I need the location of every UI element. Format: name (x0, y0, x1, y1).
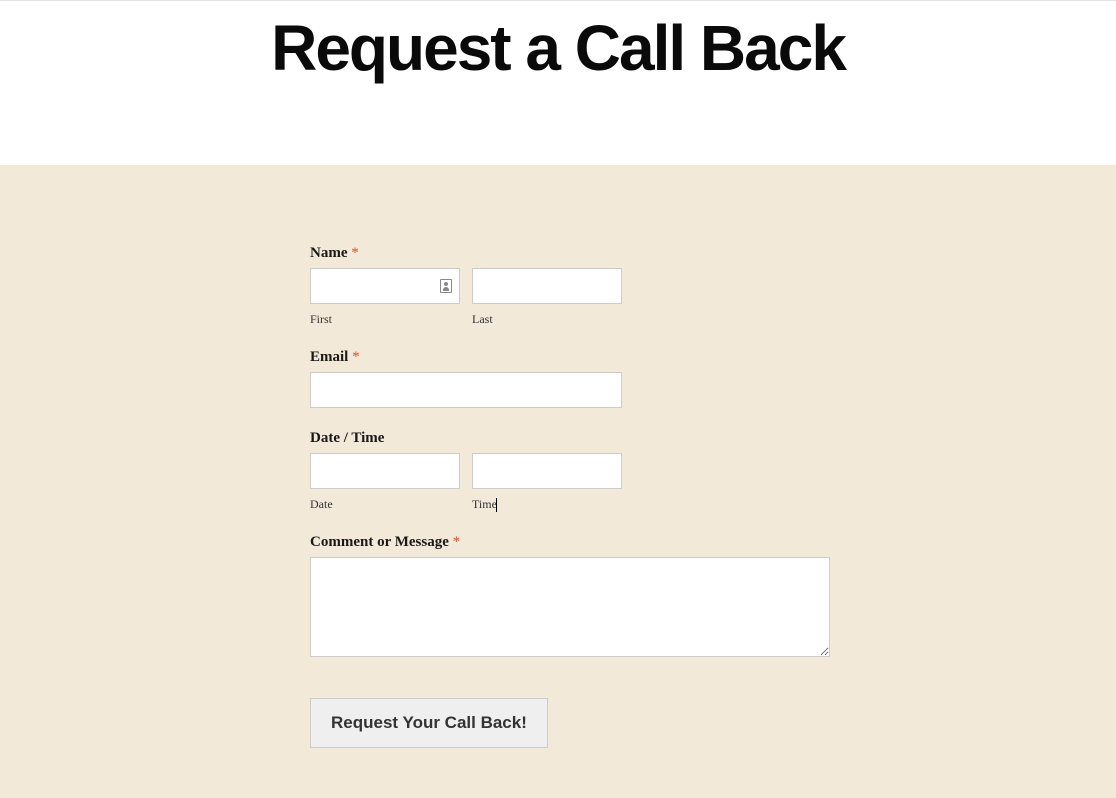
comment-label-text: Comment or Message (310, 534, 449, 550)
datetime-row: Date Time (310, 453, 830, 512)
contact-icon (440, 279, 452, 293)
comment-field-group: Comment or Message * (310, 534, 830, 662)
text-cursor (496, 498, 497, 512)
email-label-text: Email (310, 349, 348, 365)
required-indicator: * (352, 349, 360, 365)
first-name-sublabel: First (310, 312, 460, 327)
time-input[interactable] (472, 453, 622, 489)
email-input[interactable] (310, 372, 622, 408)
page-header: Request a Call Back (0, 0, 1116, 165)
date-subfield: Date (310, 453, 460, 512)
required-indicator: * (453, 534, 461, 550)
name-label: Name * (310, 245, 830, 262)
form-section: Name * First Last Email (0, 165, 1116, 798)
name-field-group: Name * First Last (310, 245, 830, 327)
comment-textarea[interactable] (310, 557, 830, 657)
date-input[interactable] (310, 453, 460, 489)
first-name-input[interactable] (310, 268, 460, 304)
last-name-input[interactable] (472, 268, 622, 304)
first-name-wrap (310, 268, 460, 304)
comment-label: Comment or Message * (310, 534, 830, 551)
last-name-sublabel: Last (472, 312, 622, 327)
required-indicator: * (351, 245, 359, 261)
date-sublabel: Date (310, 497, 460, 512)
name-label-text: Name (310, 245, 348, 261)
name-row: First Last (310, 268, 830, 327)
first-name-subfield: First (310, 268, 460, 327)
time-subfield: Time (472, 453, 622, 512)
time-sublabel: Time (472, 497, 622, 512)
callback-form: Name * First Last Email (310, 245, 830, 748)
email-label: Email * (310, 349, 830, 366)
submit-button[interactable]: Request Your Call Back! (310, 698, 548, 748)
datetime-label: Date / Time (310, 430, 830, 447)
email-field-group: Email * (310, 349, 830, 408)
page-title: Request a Call Back (0, 11, 1116, 85)
last-name-subfield: Last (472, 268, 622, 327)
datetime-field-group: Date / Time Date Time (310, 430, 830, 512)
